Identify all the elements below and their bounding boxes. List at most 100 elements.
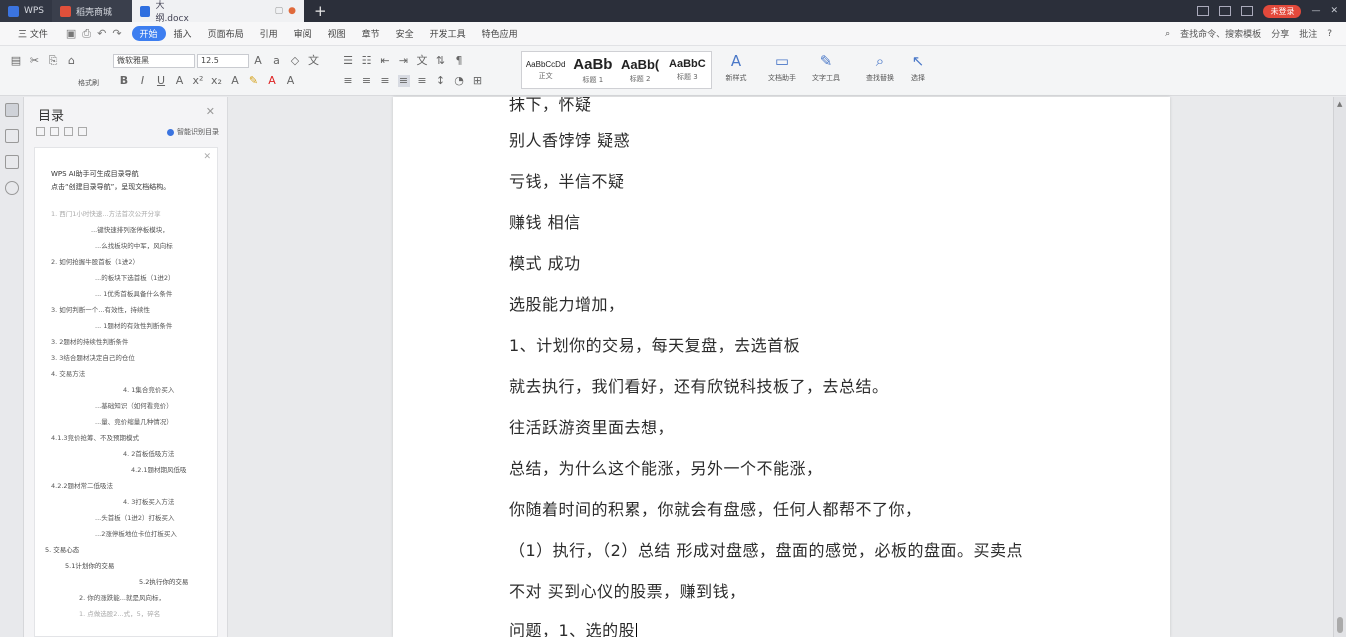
shrink-font-icon[interactable]: a bbox=[271, 55, 283, 67]
undo-icon[interactable]: ↶ bbox=[97, 27, 106, 41]
clear-format-icon[interactable]: ◇ bbox=[289, 55, 301, 67]
toc-item[interactable]: ...头首板（1进2）打板买入 bbox=[95, 512, 174, 522]
toc-item[interactable]: ...量、竞价缩量几种情况） bbox=[95, 416, 173, 426]
tab-wps[interactable]: WPS bbox=[0, 0, 52, 22]
scroll-up-icon[interactable]: ▲ bbox=[1337, 100, 1342, 108]
toc-item[interactable]: 1. 点做选股2...式，5，碎名 bbox=[79, 608, 160, 618]
toc-item[interactable]: ...键快速排列涨停板模块， bbox=[91, 224, 169, 234]
underline-icon[interactable]: U bbox=[155, 75, 167, 87]
close-icon[interactable]: ✕ bbox=[203, 152, 211, 162]
chinese-layout-icon[interactable]: 文 bbox=[416, 55, 428, 67]
layout-icon[interactable] bbox=[1197, 6, 1210, 16]
toc-item[interactable]: ... 1优秀首板具备什么条件 bbox=[95, 288, 172, 298]
tab-document[interactable]: 大纲.docx ▢ ● bbox=[132, 0, 304, 24]
justify-icon[interactable]: ≡ bbox=[397, 75, 410, 87]
navigation-pane-icon[interactable] bbox=[4, 103, 19, 117]
toc-item[interactable]: 3. 3结合题材决定自己的仓位 bbox=[51, 352, 135, 362]
new-style-button[interactable]: A 新样式 bbox=[716, 52, 756, 83]
toc-item[interactable]: 5. 交易心态 bbox=[45, 544, 79, 554]
toc-item[interactable]: 4.1.3竞价抢筹、不及预期模式 bbox=[51, 432, 139, 442]
line-spacing-icon[interactable]: ↕ bbox=[435, 75, 447, 87]
select-button[interactable]: ↖ 选择 bbox=[898, 52, 938, 83]
strikethrough-icon[interactable]: A bbox=[174, 75, 186, 87]
align-left-icon[interactable]: ≡ bbox=[342, 75, 354, 87]
subscript-icon[interactable]: x₂ bbox=[211, 75, 223, 87]
grow-font-icon[interactable]: A bbox=[252, 55, 264, 67]
document-page[interactable]: 抹下，怀疑 别人香饽饽 疑惑 亏钱，半信不疑 赚钱 相信 模式 成功 选股能力增… bbox=[393, 97, 1170, 637]
shading-icon[interactable]: ◔ bbox=[453, 75, 465, 87]
toc-item[interactable]: ...2涨停板地位卡位打板买入 bbox=[95, 528, 177, 538]
copy-icon[interactable]: ⎘ bbox=[47, 55, 59, 67]
level-icon[interactable] bbox=[64, 127, 73, 136]
borders-icon[interactable]: ⊞ bbox=[472, 75, 484, 87]
login-button[interactable]: 未登录 bbox=[1263, 4, 1302, 18]
numbering-icon[interactable]: ☷ bbox=[361, 55, 373, 67]
smart-toc-button[interactable]: 智能识别目录 bbox=[167, 127, 219, 137]
close-window-icon[interactable]: ✕ bbox=[1330, 6, 1338, 16]
find-replace-button[interactable]: ⌕ 查找替换 bbox=[860, 52, 900, 83]
skin-icon[interactable] bbox=[1219, 6, 1232, 16]
menu-developer[interactable]: 开发工具 bbox=[422, 27, 474, 40]
font-size-select[interactable]: 12.5 bbox=[197, 54, 249, 68]
tab-store[interactable]: 稻壳商城 bbox=[52, 0, 132, 22]
toc-item[interactable]: ... 1题材的有效性判断条件 bbox=[95, 320, 172, 330]
paste-icon[interactable]: ▤ bbox=[10, 55, 22, 67]
share-button[interactable]: 分享 bbox=[1271, 27, 1289, 40]
pinyin-icon[interactable]: 文 bbox=[308, 55, 320, 67]
increase-indent-icon[interactable]: ⇥ bbox=[398, 55, 410, 67]
toc-item[interactable]: 4. 2首板低吸方法 bbox=[123, 448, 174, 458]
toc-item[interactable]: 2. 你的涨跌能...就是风向标， bbox=[79, 592, 165, 602]
menu-file[interactable]: 三 文件 bbox=[10, 27, 56, 40]
toc-item[interactable]: 5.1计划你的交易 bbox=[65, 560, 114, 570]
tab-pin-icon[interactable]: ▢ bbox=[275, 6, 284, 16]
style-heading-3[interactable]: AaBbC 标题 3 bbox=[664, 52, 711, 88]
minimize-icon[interactable]: — bbox=[1311, 6, 1320, 16]
scroll-thumb[interactable] bbox=[1337, 617, 1343, 633]
window-icon[interactable] bbox=[1241, 6, 1254, 16]
sort-icon[interactable]: ⇅ bbox=[435, 55, 447, 67]
save-icon[interactable]: ▣ bbox=[66, 27, 76, 41]
collapse-icon[interactable] bbox=[36, 127, 45, 136]
style-heading-1[interactable]: AaBb 标题 1 bbox=[569, 52, 616, 88]
toc-item[interactable]: 4. 交易方法 bbox=[51, 368, 85, 378]
align-center-icon[interactable]: ≡ bbox=[361, 75, 373, 87]
toc-item[interactable]: 4.2.2题材常二低吸法 bbox=[51, 480, 113, 490]
bullets-icon[interactable]: ☰ bbox=[342, 55, 354, 67]
toc-item[interactable]: 1. 西门1小时快速...方法首次公开分享 bbox=[51, 208, 161, 218]
cut-icon[interactable]: ✂ bbox=[29, 55, 41, 67]
menu-section[interactable]: 章节 bbox=[354, 27, 388, 40]
menu-security[interactable]: 安全 bbox=[388, 27, 422, 40]
format-painter-icon[interactable]: ⌂ bbox=[66, 55, 78, 67]
doc-line-current[interactable]: 问题，1、选的股 bbox=[509, 617, 638, 637]
print-icon[interactable]: ⎙ bbox=[82, 27, 91, 41]
more-icon[interactable] bbox=[78, 127, 87, 136]
toc-item[interactable]: 3. 2题材的持续性判断条件 bbox=[51, 336, 128, 346]
font-color-icon[interactable]: A bbox=[266, 75, 278, 87]
new-tab-button[interactable]: + bbox=[304, 2, 337, 20]
comment-button[interactable]: 批注 bbox=[1299, 27, 1317, 40]
toc-item[interactable]: 4.2.1题材期风低吸 bbox=[131, 464, 187, 474]
toc-item[interactable]: 4. 1集合竞价买入 bbox=[123, 384, 174, 394]
decrease-indent-icon[interactable]: ⇤ bbox=[379, 55, 391, 67]
menu-insert[interactable]: 插入 bbox=[166, 27, 200, 40]
bold-icon[interactable]: B bbox=[118, 75, 130, 87]
toc-item[interactable]: 3. 如何判断一个...有效性，持续性 bbox=[51, 304, 150, 314]
chapter-icon[interactable] bbox=[4, 155, 19, 169]
search-icon[interactable] bbox=[4, 181, 19, 195]
superscript-icon[interactable]: x² bbox=[192, 75, 204, 87]
toc-item[interactable]: 4. 3打板买入方法 bbox=[123, 496, 174, 506]
menu-home[interactable]: 开始 bbox=[131, 26, 166, 41]
format-painter-label[interactable]: 格式刷 bbox=[78, 78, 99, 88]
redo-icon[interactable]: ↷ bbox=[112, 27, 121, 41]
style-normal[interactable]: AaBbCcDd 正文 bbox=[522, 52, 569, 88]
highlight-icon[interactable]: ✎ bbox=[248, 75, 260, 87]
show-marks-icon[interactable]: ¶ bbox=[453, 55, 465, 67]
help-icon[interactable]: ? bbox=[1327, 29, 1332, 39]
expand-icon[interactable] bbox=[50, 127, 59, 136]
italic-icon[interactable]: I bbox=[137, 75, 149, 87]
menu-page-layout[interactable]: 页面布局 bbox=[200, 27, 252, 40]
align-right-icon[interactable]: ≡ bbox=[379, 75, 391, 87]
toc-item[interactable]: ...么找板块的中军，风向标 bbox=[95, 240, 173, 250]
toc-item[interactable]: 5.2执行你的交易 bbox=[139, 576, 188, 586]
menu-features[interactable]: 特色应用 bbox=[474, 27, 526, 40]
